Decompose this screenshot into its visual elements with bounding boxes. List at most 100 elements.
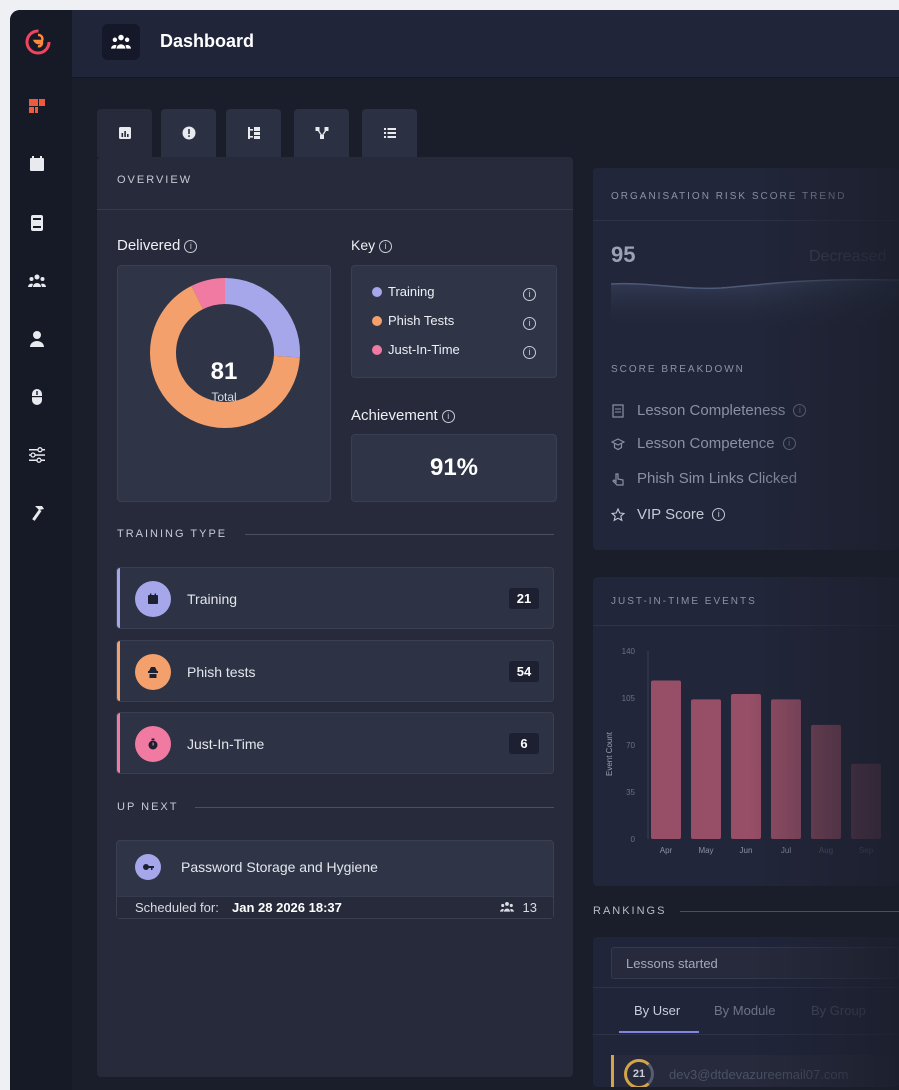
card-count: 6 (509, 733, 539, 754)
ranking-row[interactable]: 21 dev3@dtdevazureemail07.com (611, 1055, 899, 1087)
key-label: Key (351, 237, 376, 253)
tab-by-group[interactable]: By Group (811, 1003, 866, 1018)
chart-icon (118, 127, 131, 139)
dashboard-icon (29, 99, 45, 113)
rank-count-badge: 21 (624, 1059, 654, 1087)
info-icon[interactable]: i (782, 437, 796, 450)
calendar-icon (135, 581, 171, 617)
tab-network[interactable] (294, 109, 349, 157)
key-item-just-in-time: Just-In-Time (372, 342, 460, 357)
calendar-icon (30, 156, 44, 171)
tab-alerts[interactable] (161, 109, 216, 157)
info-icon[interactable]: i (523, 317, 536, 330)
card-accent (117, 713, 120, 773)
tab-hierarchy[interactable] (226, 109, 281, 157)
scheduled-prefix: Scheduled for: (135, 900, 219, 915)
card-label: Just-In-Time (187, 736, 265, 752)
mouse-icon (32, 389, 42, 405)
bar-jul[interactable] (771, 699, 801, 839)
y-tick-label: 105 (622, 694, 636, 703)
sidebar-item-settings[interactable] (24, 442, 50, 468)
bar-jun[interactable] (731, 693, 761, 839)
risk-title: ORGANISATION RISK SCORE TREND (611, 191, 847, 202)
card-count: 54 (509, 661, 539, 682)
key-box: Training Phish Tests Just-In-Time i i i (351, 265, 557, 378)
info-icon[interactable]: i (184, 240, 198, 253)
app-frame: Dashboard OVERVIEW Delivered i 81 Total … (10, 10, 899, 1090)
sidebar-item-dashboard[interactable] (24, 93, 50, 119)
sidebar-item-lessons[interactable] (24, 210, 50, 236)
risk-score-value: 95 (611, 242, 636, 267)
training-type-card-phish-tests[interactable]: Phish tests 54 (116, 640, 554, 702)
total-value: 81 (210, 358, 238, 385)
up-next-card[interactable]: Password Storage and Hygiene Scheduled f… (116, 840, 554, 919)
info-icon[interactable]: i (523, 288, 536, 301)
y-axis-label: Event Count (605, 731, 614, 776)
attendee-count: 13 (522, 900, 537, 915)
divider (245, 534, 554, 535)
breakdown-item-vip-score: VIP Score i (611, 506, 726, 523)
sidebar-item-tools[interactable] (24, 500, 50, 526)
y-tick-label: 35 (626, 788, 635, 797)
rankings-metric-select[interactable]: Lessons started (611, 947, 899, 979)
training-type-title: TRAINING TYPE (117, 528, 228, 540)
users-icon (28, 274, 46, 287)
x-tick-label: Aug (819, 846, 833, 855)
stopwatch-icon (135, 726, 171, 762)
sidebar-item-phishing[interactable] (24, 384, 50, 410)
achievement-heading: Achievement i (351, 407, 455, 424)
info-icon[interactable]: i (379, 240, 393, 253)
hacker-icon (135, 654, 171, 690)
sidebar (10, 10, 72, 1090)
key-icon (135, 854, 161, 880)
breakdown-label: Lesson Competence (637, 435, 775, 452)
training-type-card-training[interactable]: Training 21 (116, 567, 554, 629)
info-icon[interactable]: i (793, 404, 807, 417)
tab-list[interactable] (362, 109, 417, 157)
sidebar-item-groups[interactable] (24, 268, 50, 294)
card-label: Phish tests (187, 664, 256, 680)
info-icon[interactable]: i (441, 410, 455, 423)
breakdown-item-phish-sim-links: Phish Sim Links Clicked (611, 470, 797, 487)
info-icon[interactable]: i (523, 346, 536, 359)
key-label-text: Just-In-Time (388, 342, 460, 357)
training-type-card-just-in-time[interactable]: Just-In-Time 6 (116, 712, 554, 774)
card-label: Training (187, 591, 238, 607)
tab-overview[interactable] (97, 109, 152, 157)
pointer-icon (612, 472, 624, 486)
tab-by-module[interactable]: By Module (714, 1003, 775, 1018)
legend-dot (372, 286, 382, 297)
sidebar-item-calendar[interactable] (24, 151, 50, 177)
y-tick-label: 70 (626, 741, 635, 750)
tab-by-user[interactable]: By User (634, 1003, 680, 1018)
x-tick-label: Jun (740, 846, 753, 855)
bar-may[interactable] (691, 699, 721, 839)
bar-apr[interactable] (651, 680, 681, 839)
jit-events-panel: JUST-IN-TIME EVENTS 140 105 70 35 0 Event Cou… (593, 577, 899, 886)
divider (680, 911, 899, 912)
users-icon (499, 900, 515, 919)
info-icon[interactable]: i (712, 508, 726, 521)
up-next-lesson-title: Password Storage and Hygiene (181, 859, 378, 875)
key-label-text: Training (388, 284, 435, 299)
bar-aug[interactable] (811, 724, 841, 839)
delivered-label: Delivered (117, 237, 181, 254)
x-tick-label: Sep (859, 846, 874, 855)
users-icon (102, 24, 140, 60)
network-icon (315, 127, 328, 139)
bar-sep[interactable] (851, 763, 881, 839)
document-icon (612, 403, 624, 418)
hammer-icon (32, 506, 44, 521)
risk-trend-label: Decreased (809, 248, 887, 265)
y-tick-label: 140 (622, 647, 636, 656)
key-label-text: Phish Tests (388, 313, 455, 328)
risk-trend-sparkline (611, 278, 899, 332)
sidebar-item-user[interactable] (24, 326, 50, 352)
divider (593, 625, 899, 626)
up-next-title: UP NEXT (117, 801, 179, 813)
hierarchy-icon (247, 127, 260, 139)
divider (97, 209, 573, 210)
user-icon (30, 331, 44, 347)
graduation-icon (611, 437, 625, 450)
book-icon (31, 215, 43, 231)
